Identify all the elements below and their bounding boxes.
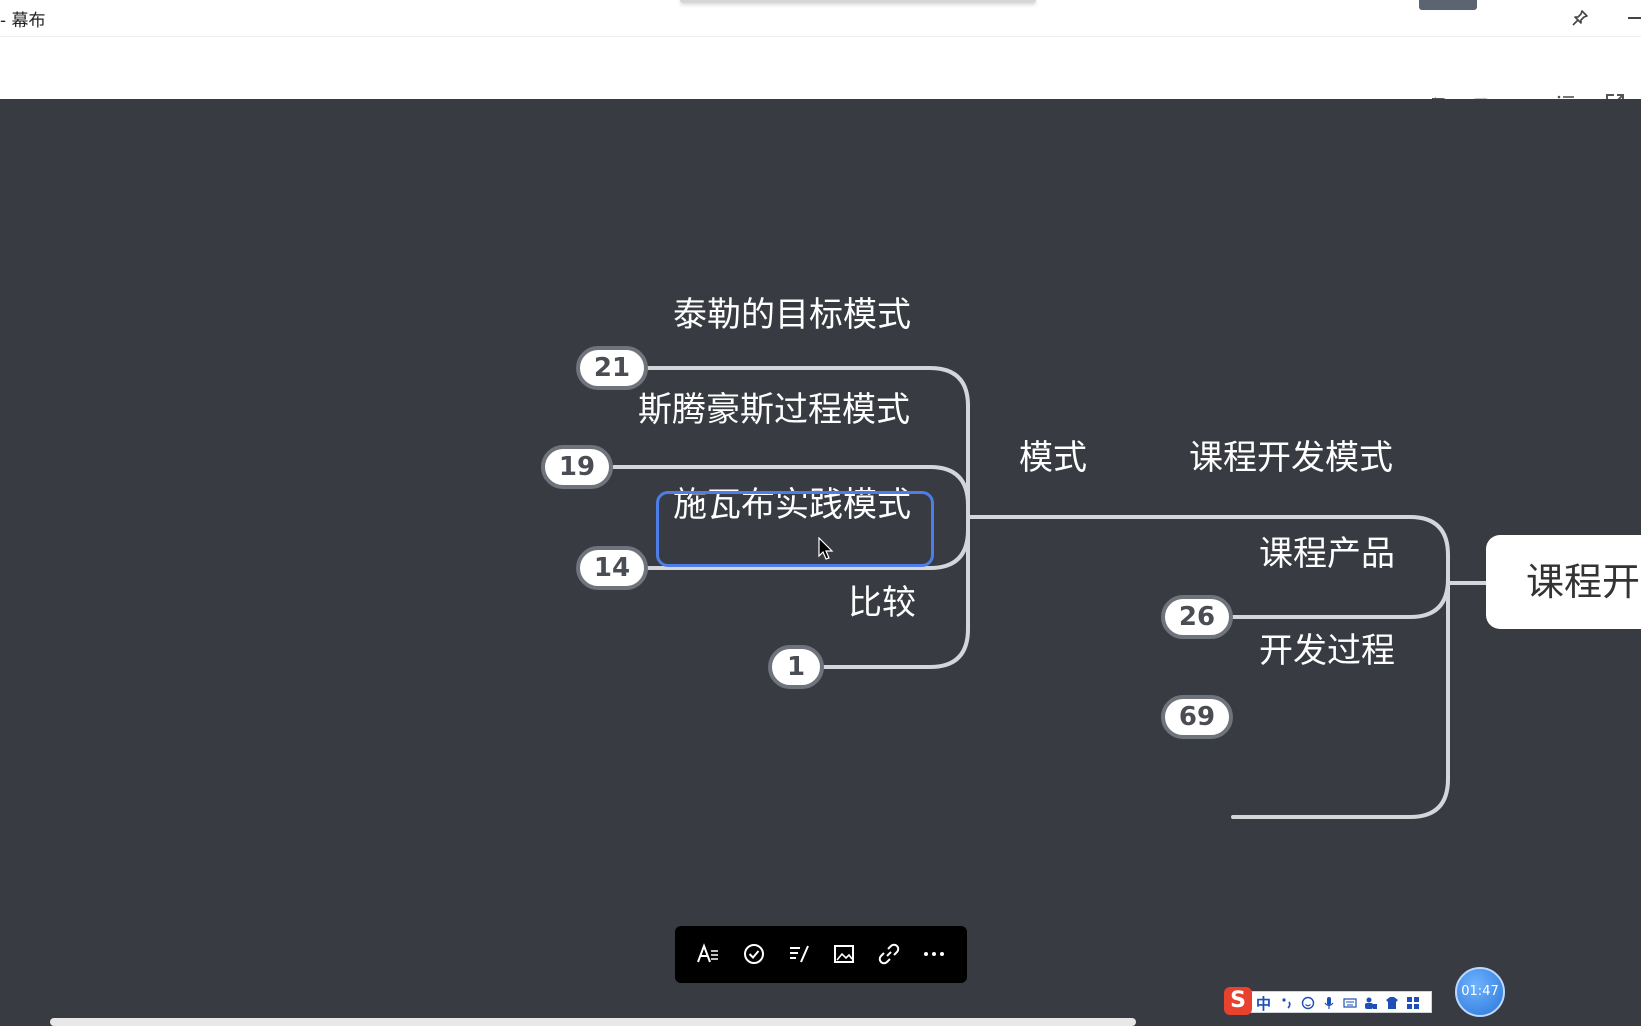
top-tab-edge xyxy=(680,0,1036,3)
toolbox-icon[interactable] xyxy=(1406,995,1420,1009)
more-icon[interactable] xyxy=(921,941,947,967)
editor-toolbar xyxy=(0,37,1641,112)
count-badge[interactable]: 69 xyxy=(1161,695,1233,739)
minimize-icon[interactable] xyxy=(1628,17,1641,19)
image-icon[interactable] xyxy=(831,941,857,967)
tray-widget[interactable] xyxy=(1419,0,1477,10)
node-course-dev-model[interactable]: 课程开发模式 xyxy=(1189,438,1393,478)
node-stenhouse-model[interactable]: 斯腾豪斯过程模式 xyxy=(638,390,910,430)
count-badge[interactable]: 26 xyxy=(1161,595,1233,639)
node-format-toolbar xyxy=(675,926,967,983)
ime-logo: S xyxy=(1224,987,1252,1015)
node-dev-process[interactable]: 开发过程 xyxy=(1259,631,1395,671)
node-compare[interactable]: 比较 xyxy=(848,583,916,623)
keyboard-icon[interactable] xyxy=(1343,995,1357,1009)
mindmap-canvas[interactable]: 泰勒的目标模式 斯腾豪斯过程模式 施瓦布实践模式 比较 模式 课程开发模式 课程… xyxy=(0,99,1641,1026)
ime-toolbar[interactable]: S 中 xyxy=(1224,987,1432,1015)
skin-icon[interactable] xyxy=(1385,995,1399,1009)
punctuation-icon[interactable] xyxy=(1280,995,1294,1009)
pin-icon[interactable] xyxy=(1570,8,1590,28)
count-badge[interactable]: 1 xyxy=(768,645,824,689)
microphone-icon[interactable] xyxy=(1322,995,1336,1009)
ime-mode[interactable]: 中 xyxy=(1256,993,1271,1014)
window-title: - 幕布 xyxy=(0,11,46,31)
node-course-product[interactable]: 课程产品 xyxy=(1259,534,1395,574)
selected-node-outline[interactable] xyxy=(656,491,934,567)
text-style-icon[interactable] xyxy=(695,941,721,967)
check-icon[interactable] xyxy=(741,941,767,967)
count-badge[interactable]: 19 xyxy=(541,445,613,489)
user-icon[interactable] xyxy=(1364,995,1378,1009)
mouse-cursor-icon xyxy=(818,537,834,560)
root-node[interactable]: 课程开 xyxy=(1486,535,1641,629)
horizontal-scrollbar[interactable] xyxy=(50,1018,1136,1026)
count-badge[interactable]: 21 xyxy=(576,346,648,390)
node-mode[interactable]: 模式 xyxy=(1019,438,1087,478)
title-bar: - 幕布 xyxy=(0,0,1641,37)
note-icon[interactable] xyxy=(786,941,812,967)
recording-timer[interactable]: 01:47 xyxy=(1455,967,1505,1017)
count-badge[interactable]: 14 xyxy=(576,546,648,590)
emoji-icon[interactable] xyxy=(1301,995,1315,1010)
node-taylor-model[interactable]: 泰勒的目标模式 xyxy=(673,295,911,335)
link-icon[interactable] xyxy=(876,941,902,967)
